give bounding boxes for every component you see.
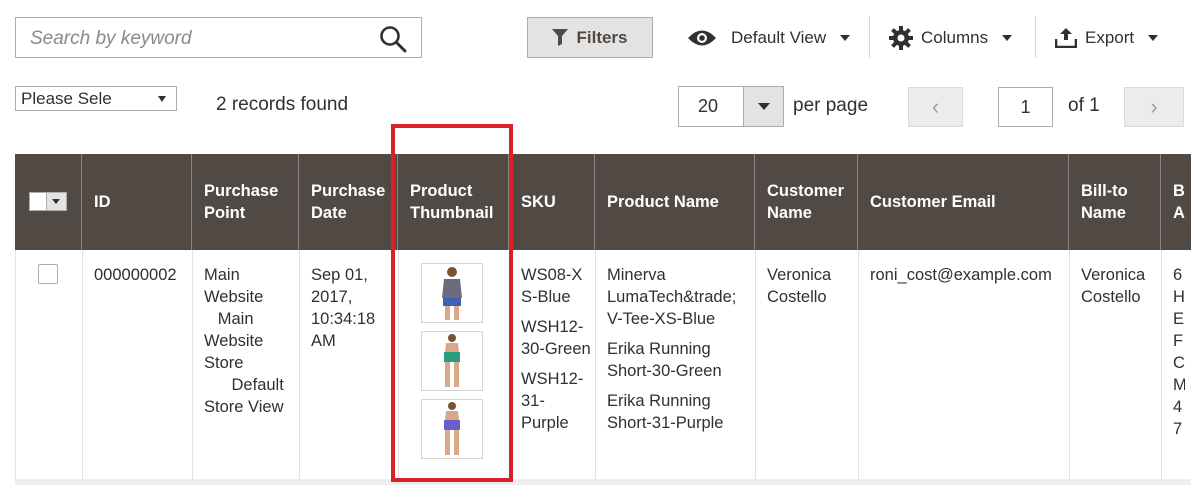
cell-product-name: Minerva LumaTech&trade; V-Tee-XS-Blue Er… xyxy=(607,264,752,442)
search-box xyxy=(15,17,422,58)
cell-billing-address: 6 H E F C M 4 7 xyxy=(1173,266,1185,438)
column-header-bill-to-name[interactable]: Bill-to Name xyxy=(1069,154,1161,250)
column-divider xyxy=(1069,250,1070,480)
sku-line: WSH12-31-Purple xyxy=(521,370,584,432)
cell-customer-email: roni_cost@example.com xyxy=(870,266,1052,284)
column-header-customer-email[interactable]: Customer Email xyxy=(858,154,1069,250)
column-header-purchase-date[interactable]: Purchase Date xyxy=(299,154,398,250)
chevron-down-icon xyxy=(158,96,166,102)
records-count: 2 records found xyxy=(216,94,349,115)
column-header-billing-address[interactable]: B A xyxy=(1161,154,1191,250)
sku-line: WSH12-30-Green xyxy=(521,318,591,358)
chevron-down-icon xyxy=(840,34,851,41)
product-name-line: Erika Running Short-30-Green xyxy=(607,340,722,380)
column-divider xyxy=(755,250,756,480)
column-header-purchase-point[interactable]: Purchase Point xyxy=(192,154,299,250)
per-page-label: per page xyxy=(793,95,869,116)
per-page-value: 20 xyxy=(698,96,719,116)
columns-dropdown[interactable]: Columns xyxy=(889,17,1013,58)
column-divider xyxy=(192,250,193,480)
column-divider xyxy=(595,250,596,480)
chevron-left-icon: ‹ xyxy=(931,94,940,119)
chevron-down-icon xyxy=(1148,34,1159,41)
toolbar-divider xyxy=(869,16,870,58)
cell-purchase-date: Sep 01, 2017, 10:34:18 AM xyxy=(311,266,376,350)
export-label: Export xyxy=(1085,27,1135,47)
column-divider xyxy=(1161,250,1162,480)
total-pages-label: of 1 xyxy=(1068,95,1100,116)
product-name-line: Minerva LumaTech&trade; V-Tee-XS-Blue xyxy=(607,266,737,328)
export-icon xyxy=(1055,27,1077,48)
cell-bill-to-name: Veronica Costello xyxy=(1081,266,1146,306)
column-header-id[interactable]: ID xyxy=(82,154,192,250)
column-divider xyxy=(299,250,300,480)
cell-id: 000000002 xyxy=(94,266,177,284)
cell-customer-name: Veronica Costello xyxy=(767,266,832,306)
chevron-right-icon: › xyxy=(1150,94,1158,119)
column-divider xyxy=(15,250,16,480)
column-header-product-name[interactable]: Product Name xyxy=(595,154,755,250)
eye-icon xyxy=(688,30,716,45)
page-number-input[interactable]: 1 xyxy=(998,87,1053,127)
export-dropdown[interactable]: Export xyxy=(1055,17,1159,58)
toolbar-divider xyxy=(1035,16,1036,58)
column-divider xyxy=(82,250,83,480)
gear-icon xyxy=(889,25,913,50)
cell-sku: WS08-XS-Blue WSH12-30-Green WSH12-31-Pur… xyxy=(521,264,591,442)
sku-line: WS08-XS-Blue xyxy=(521,266,583,306)
mass-action-label: Please Sele xyxy=(21,89,112,108)
search-icon[interactable] xyxy=(379,25,407,53)
columns-label: Columns xyxy=(921,27,989,47)
chevron-down-icon xyxy=(46,193,66,210)
view-dropdown[interactable]: Default View xyxy=(687,17,851,58)
view-label: Default View xyxy=(731,27,827,47)
column-divider xyxy=(858,250,859,480)
chevron-down-icon[interactable] xyxy=(743,87,783,126)
per-page-select[interactable]: 20 xyxy=(678,86,784,127)
search-input[interactable] xyxy=(28,25,362,53)
mass-action-select[interactable]: Please Sele xyxy=(15,86,177,111)
row-divider xyxy=(15,479,1191,485)
row-checkbox[interactable] xyxy=(38,264,58,284)
column-header-sku[interactable]: SKU xyxy=(509,154,595,250)
filters-label: Filters xyxy=(576,27,628,47)
filters-button[interactable]: Filters xyxy=(527,17,653,58)
previous-page-button[interactable]: ‹ xyxy=(908,87,963,127)
chevron-down-icon xyxy=(1002,34,1013,41)
thumbnail-column-highlight xyxy=(391,124,513,482)
mass-select-checkbox[interactable] xyxy=(29,192,67,211)
product-name-line: Erika Running Short-31-Purple xyxy=(607,392,724,432)
funnel-icon xyxy=(552,29,569,46)
column-header-customer-name[interactable]: Customer Name xyxy=(755,154,858,250)
next-page-button[interactable]: › xyxy=(1124,87,1184,127)
cell-purchase-point: Main Website Main Website Store Default … xyxy=(204,266,284,416)
